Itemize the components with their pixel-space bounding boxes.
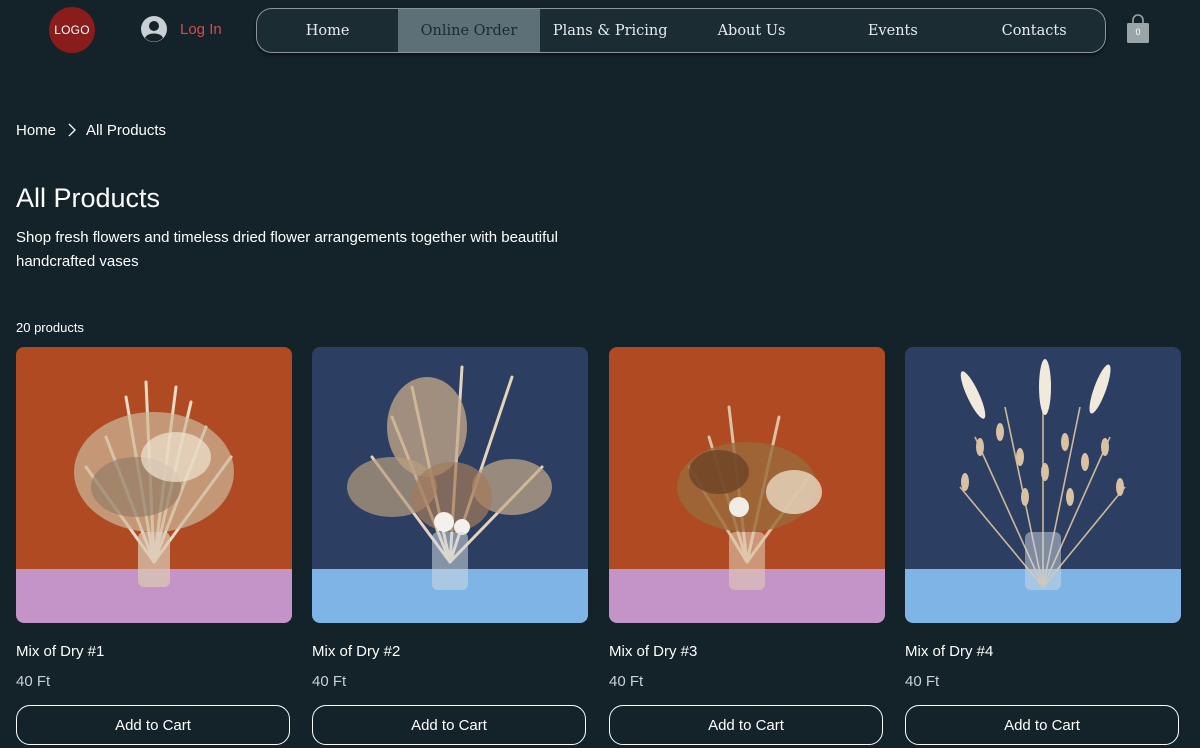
add-to-cart-button[interactable]: Add to Cart [16,705,290,745]
product-image[interactable] [16,347,292,623]
product-name[interactable]: Mix of Dry #2 [312,643,400,660]
breadcrumb-home-link[interactable]: Home [16,122,56,139]
nav-item-contacts[interactable]: Contacts [963,9,1104,52]
product-price: 40 Ft [905,673,940,690]
main-nav: Home Online Order Plans & Pricing About … [256,8,1106,53]
product-name[interactable]: Mix of Dry #3 [609,643,697,660]
breadcrumb-current: All Products [86,121,167,139]
add-to-cart-button[interactable]: Add to Cart [609,705,883,745]
cart-button[interactable]: 0 [1126,14,1150,44]
nav-item-plans-pricing[interactable]: Plans & Pricing [540,9,681,52]
product-name[interactable]: Mix of Dry #4 [905,643,993,660]
user-avatar-icon [141,16,167,42]
add-to-cart-button[interactable]: Add to Cart [905,705,1179,745]
product-card: Mix of Dry #1 40 Ft Add to Cart [16,347,292,745]
product-card: Mix of Dry #2 40 Ft Add to Cart [312,347,588,745]
product-count: 20 products [16,320,84,335]
product-price: 40 Ft [16,673,51,690]
nav-item-home[interactable]: Home [257,9,398,52]
product-name[interactable]: Mix of Dry #1 [16,643,104,660]
breadcrumb: Home All Products [16,120,166,140]
nav-item-online-order[interactable]: Online Order [398,9,540,52]
chevron-right-icon [68,123,76,137]
logo[interactable]: LOGO [49,7,95,53]
product-card: Mix of Dry #4 40 Ft Add to Cart [905,347,1181,745]
nav-item-events[interactable]: Events [822,9,963,52]
product-image[interactable] [905,347,1181,623]
add-to-cart-button[interactable]: Add to Cart [312,705,586,745]
login-button[interactable]: Log In [140,14,222,44]
nav-item-about-us[interactable]: About Us [681,9,822,52]
product-image[interactable] [609,347,885,623]
cart-count: 0 [1135,27,1141,37]
page-description: Shop fresh flowers and timeless dried fl… [16,229,558,270]
product-card: Mix of Dry #3 40 Ft Add to Cart [609,347,885,745]
product-grid: Mix of Dry #1 40 Ft Add to Cart Mix of D… [16,347,1182,748]
login-label: Log In [180,20,222,38]
product-price: 40 Ft [609,673,644,690]
product-image[interactable] [312,347,588,623]
product-price: 40 Ft [312,673,347,690]
page-title: All Products [16,183,161,213]
